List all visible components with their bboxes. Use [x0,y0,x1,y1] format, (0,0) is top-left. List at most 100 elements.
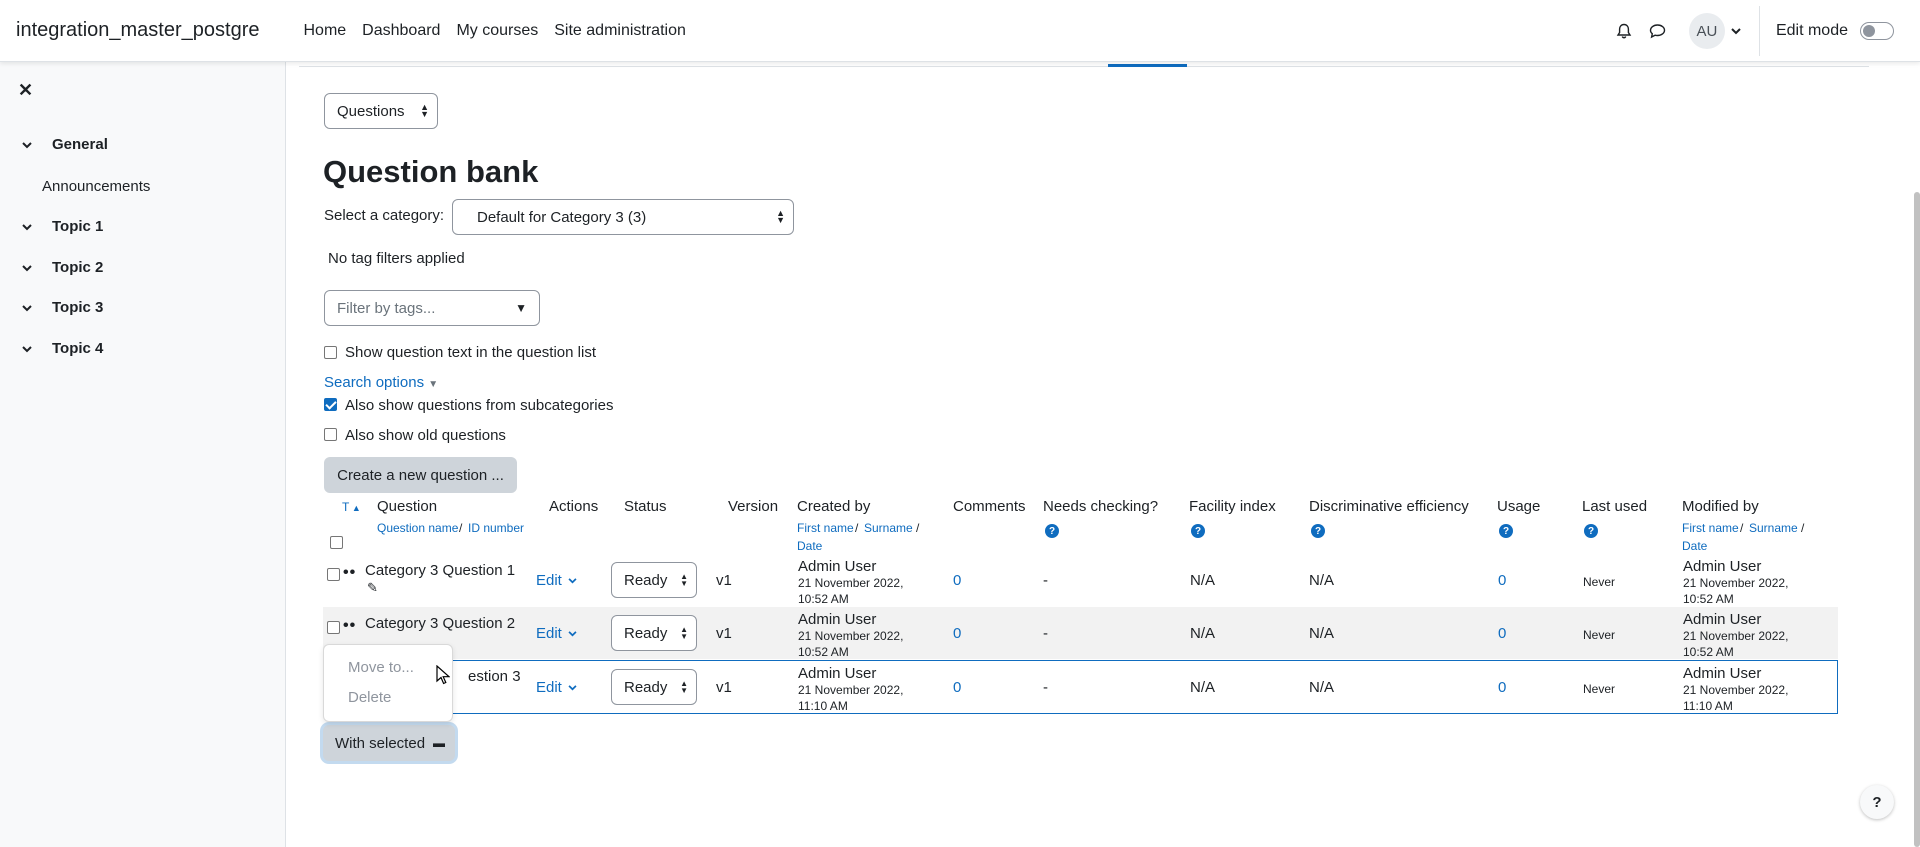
bank-nav-select-value: Questions [337,102,405,120]
edit-menu-link[interactable]: Edit [536,572,577,589]
row-checkbox[interactable] [327,621,340,634]
category-select[interactable]: Default for Category 3 (3) ▲ ▼ [452,199,794,235]
chevron-down-icon [568,577,577,583]
filter-by-tags-input[interactable]: Filter by tags... ▼ [324,290,540,326]
sort-created-surname[interactable]: Surname [864,521,913,535]
modified-time: 11:10 AM [1683,699,1733,713]
help-icon[interactable]: ? [1191,524,1205,538]
category-select-value: Default for Category 3 (3) [477,208,647,226]
course-index-drawer: ✕ General Announcements Topic 1 Topic 2 … [0,62,286,847]
caret-down-icon[interactable]: ▼ [515,301,527,315]
help-icon[interactable]: ? [1499,524,1513,538]
chevron-down-icon[interactable] [22,259,40,276]
old-questions-checkbox[interactable] [324,428,337,441]
search-options-text: Search options [324,374,425,391]
chevron-down-icon[interactable] [1731,22,1741,40]
table-row: •• Category 3 Question 2 Edit Ready ▲ ▼ v1… [323,607,1838,659]
caret-up-icon: ▬ [433,736,446,750]
edit-menu-link[interactable]: Edit [536,625,577,642]
nav-my-courses[interactable]: My courses [448,22,546,40]
chevron-down-icon[interactable] [22,218,40,235]
help-icon[interactable]: ? [1584,524,1598,538]
question-name: Category 3 Question 1 [365,562,516,579]
drawer-section-label: Topic 3 [52,299,104,316]
sort-question-name[interactable]: Question name [377,521,458,535]
discriminative-efficiency: N/A [1309,572,1335,589]
question-type-icon: •• [343,564,357,581]
creator-name: Admin User [798,665,877,682]
page-scrollbar[interactable] [1914,192,1920,847]
status-header: Status [624,498,667,515]
nav-dashboard[interactable]: Dashboard [354,22,448,40]
help-button[interactable]: ? [1860,785,1894,819]
show-question-text-label: Show question text in the question list [345,344,596,361]
edit-menu-link[interactable]: Edit [536,679,577,696]
drawer-section-general[interactable]: General [22,136,108,153]
type-sort-header[interactable]: T ▲ [342,500,361,514]
select-all-checkbox[interactable] [330,536,343,549]
site-brand[interactable]: integration_master_postgre [16,19,259,42]
comments-count[interactable]: 0 [953,679,961,696]
top-navbar: integration_master_postgre Home Dashboar… [0,0,1920,62]
comments-count[interactable]: 0 [953,572,961,589]
separator-slash: / [855,521,859,535]
main-content: Questions ▲ ▼ Question bank Select a cate… [287,62,1920,847]
help-icon[interactable]: ? [1311,524,1325,538]
status-select[interactable]: Ready ▲ ▼ [611,562,697,598]
usage-count[interactable]: 0 [1498,625,1506,642]
question-name: Category 3 Question 2 [365,615,516,632]
pencil-icon[interactable]: ✎ [367,580,378,596]
facility-index-header: Facility index [1189,498,1276,515]
select-arrows-icon: ▲ ▼ [420,102,429,119]
chevron-down-icon[interactable] [22,136,40,153]
delete-menu-item[interactable]: Delete [348,689,391,706]
search-options-link[interactable]: Search options ▼ [324,374,438,391]
create-question-button[interactable]: Create a new question ... [324,457,517,493]
facility-index: N/A [1190,679,1216,696]
bank-nav-select[interactable]: Questions ▲ ▼ [324,93,438,129]
chat-icon[interactable] [1641,14,1675,48]
question-name: estion 3 [468,668,521,685]
user-avatar[interactable]: AU [1688,13,1725,49]
drawer-item-announcements[interactable]: Announcements [42,178,150,195]
close-drawer-icon[interactable]: ✕ [18,80,33,101]
row-checkbox[interactable] [327,568,340,581]
show-question-text-checkbox[interactable] [324,346,337,359]
help-icon[interactable]: ? [1045,524,1059,538]
table-row: •• Category 3 Question 1 ✎ Edit Ready ▲ ▼ … [323,554,1838,606]
creator-name: Admin User [798,558,877,575]
nav-site-administration[interactable]: Site administration [546,22,694,40]
status-select[interactable]: Ready ▲ ▼ [611,669,697,705]
drawer-section-topic-1[interactable]: Topic 1 [22,218,103,235]
last-used-header: Last used [1582,498,1648,515]
with-selected-button[interactable]: With selected ▬ [323,725,455,761]
page-title: Question bank [323,154,539,189]
edit-mode-toggle[interactable] [1860,22,1894,40]
modifier-name: Admin User [1683,611,1762,628]
drawer-section-topic-4[interactable]: Topic 4 [22,340,103,357]
usage-count[interactable]: 0 [1498,679,1506,696]
subcategories-checkbox[interactable] [324,398,337,411]
move-to-menu-item[interactable]: Move to... [348,659,414,676]
edit-mode-label: Edit mode [1775,22,1848,39]
sort-created-date[interactable]: Date [797,539,822,553]
discriminative-efficiency: N/A [1309,679,1335,696]
no-tag-filters-text: No tag filters applied [328,250,465,267]
chevron-down-icon[interactable] [22,299,40,316]
bell-icon[interactable] [1607,14,1641,48]
usage-count[interactable]: 0 [1498,572,1506,589]
comments-count[interactable]: 0 [953,625,961,642]
sort-modified-first-name[interactable]: First name [1682,521,1739,535]
drawer-section-topic-3[interactable]: Topic 3 [22,299,103,316]
status-select[interactable]: Ready ▲ ▼ [611,615,697,651]
modified-time: 10:52 AM [1683,592,1734,606]
subcategories-label: Also show questions from subcategories [345,397,614,414]
sort-modified-date[interactable]: Date [1682,539,1707,553]
sort-id-number[interactable]: ID number [468,521,524,535]
needs-checking-header: Needs checking? [1043,498,1159,515]
nav-home[interactable]: Home [295,22,354,40]
sort-modified-surname[interactable]: Surname [1749,521,1798,535]
drawer-section-topic-2[interactable]: Topic 2 [22,259,103,276]
chevron-down-icon[interactable] [22,340,40,357]
sort-created-first-name[interactable]: First name [797,521,854,535]
